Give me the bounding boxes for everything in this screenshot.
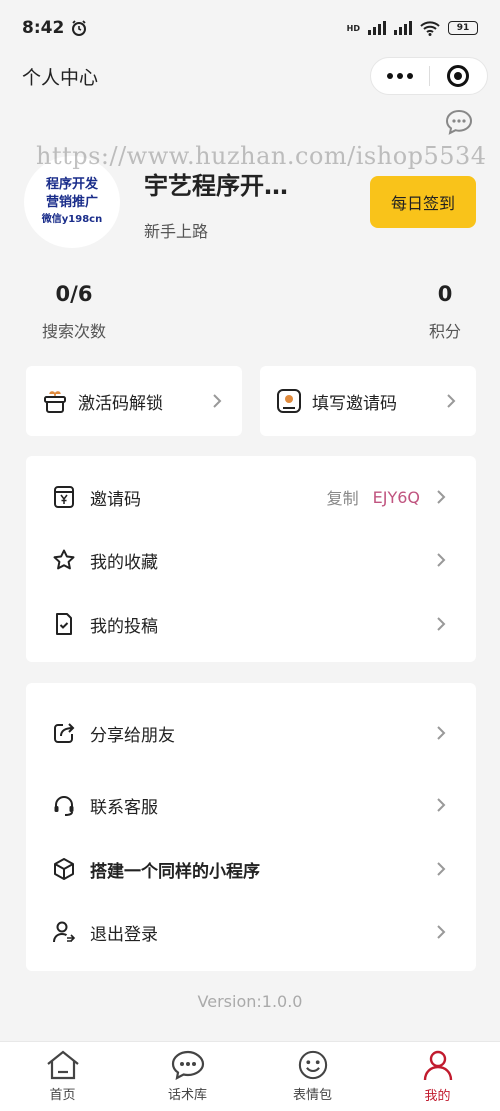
menu-card-more: 分享给朋友 联系客服 搭建一个同样的小程序 退出登录 [26,683,476,971]
menu-item-share[interactable]: 分享给朋友 [26,713,476,753]
menu-label-logout: 退出登录 [90,924,158,945]
menu-label-build-mini-program: 搭建一个同样的小程序 [90,861,260,882]
menu-item-submissions[interactable]: 我的投稿 [26,604,476,644]
menu-item-customer-service[interactable]: 联系客服 [26,785,476,825]
stat-points-label: 积分 [428,322,461,341]
tab-label-stickers: 表情包 [292,1088,332,1103]
activate-code-card[interactable]: 激活码解锁 [26,366,242,436]
chevron-right-icon [437,617,446,631]
menu-item-logout[interactable]: 退出登录 [26,912,476,952]
stat-search[interactable]: 0/6 搜索次数 [38,282,110,342]
wifi-icon [420,20,440,36]
smile-icon [298,1050,327,1080]
activate-code-label: 激活码解锁 [78,393,163,414]
stat-search-value: 0/6 [55,282,93,306]
chevron-right-icon [437,798,446,812]
tab-bar: 首页 话术库 表情包 我的 [0,1041,500,1111]
chevron-right-icon [437,490,446,504]
menu-item-invite-code[interactable]: 邀请码 复制 EJY6Q [26,477,476,517]
tab-home[interactable]: 首页 [0,1042,125,1111]
menu-item-favorites[interactable]: 我的收藏 [26,540,476,580]
chevron-right-icon [437,726,446,740]
stat-points[interactable]: 0 积分 [420,282,470,342]
mini-program-capsule [370,57,488,95]
more-dots-icon [386,73,413,79]
chevron-right-icon [437,862,446,876]
chat-icon [171,1050,204,1080]
menu-label-favorites: 我的收藏 [90,552,158,573]
message-icon[interactable] [445,109,473,135]
stat-points-value: 0 [437,282,453,306]
status-right: HD 91 [346,20,478,36]
daily-signin-button[interactable]: 每日签到 [370,176,476,228]
menu-item-build-mini-program[interactable]: 搭建一个同样的小程序 [26,849,476,889]
network-tag: HD [346,23,360,33]
fill-invite-code-card[interactable]: 填写邀请码 [260,366,476,436]
menu-label-submissions: 我的投稿 [90,616,158,637]
battery-icon: 91 [448,21,478,35]
fill-invite-code-label: 填写邀请码 [312,393,397,414]
signal-icon-2 [394,21,412,35]
menu-label-customer-service: 联系客服 [90,797,158,818]
chevron-right-icon [213,394,222,408]
copy-button[interactable]: 复制 [327,485,359,509]
status-left: 8:42 [22,18,88,38]
tab-stickers[interactable]: 表情包 [250,1042,375,1111]
tab-label-mine: 我的 [424,1089,451,1104]
stat-search-label: 搜索次数 [41,322,106,341]
menu-card-account: 邀请码 复制 EJY6Q 我的收藏 我的投稿 [26,456,476,662]
username: 宇艺程序开… [144,172,288,200]
version-text: Version:1.0.0 [197,992,303,1011]
chevron-right-icon [447,394,456,408]
home-icon [46,1050,79,1080]
cube-icon [54,858,74,880]
tab-phrases[interactable]: 话术库 [125,1042,250,1111]
tab-label-phrases: 话术库 [167,1088,207,1103]
tab-label-home: 首页 [49,1088,76,1103]
share-icon [54,723,75,743]
headset-icon [54,796,74,816]
avatar-text-line-2: 营销推广 [45,195,98,210]
avatar-text-line-1: 程序开发 [45,177,98,192]
close-mini-program-button[interactable] [430,58,488,94]
yen-card-icon [54,486,74,508]
gift-box-icon [44,391,66,413]
target-icon [447,65,470,87]
more-button[interactable] [371,58,429,94]
status-time: 8:42 [22,18,65,38]
avatar-text-line-3: 微信y198cn [41,214,103,225]
invite-code-value: EJY6Q [372,487,420,507]
chevron-right-icon [437,553,446,567]
alarm-icon [72,20,87,36]
user-badge-icon [277,389,301,413]
status-bar: 8:42 HD 91 [0,0,500,56]
menu-label-invite-code: 邀请码 [90,489,141,510]
navbar: 个人中心 [0,56,500,96]
chevron-right-icon [437,925,446,939]
tab-mine[interactable]: 我的 [375,1042,500,1111]
user-level: 新手上路 [144,222,209,241]
menu-label-share: 分享给朋友 [90,725,175,746]
star-icon [53,549,75,570]
user-icon [423,1050,452,1081]
page-title: 个人中心 [22,66,99,89]
signal-icon [368,21,386,35]
user-logout-icon [53,921,76,943]
doc-check-icon [56,613,72,635]
